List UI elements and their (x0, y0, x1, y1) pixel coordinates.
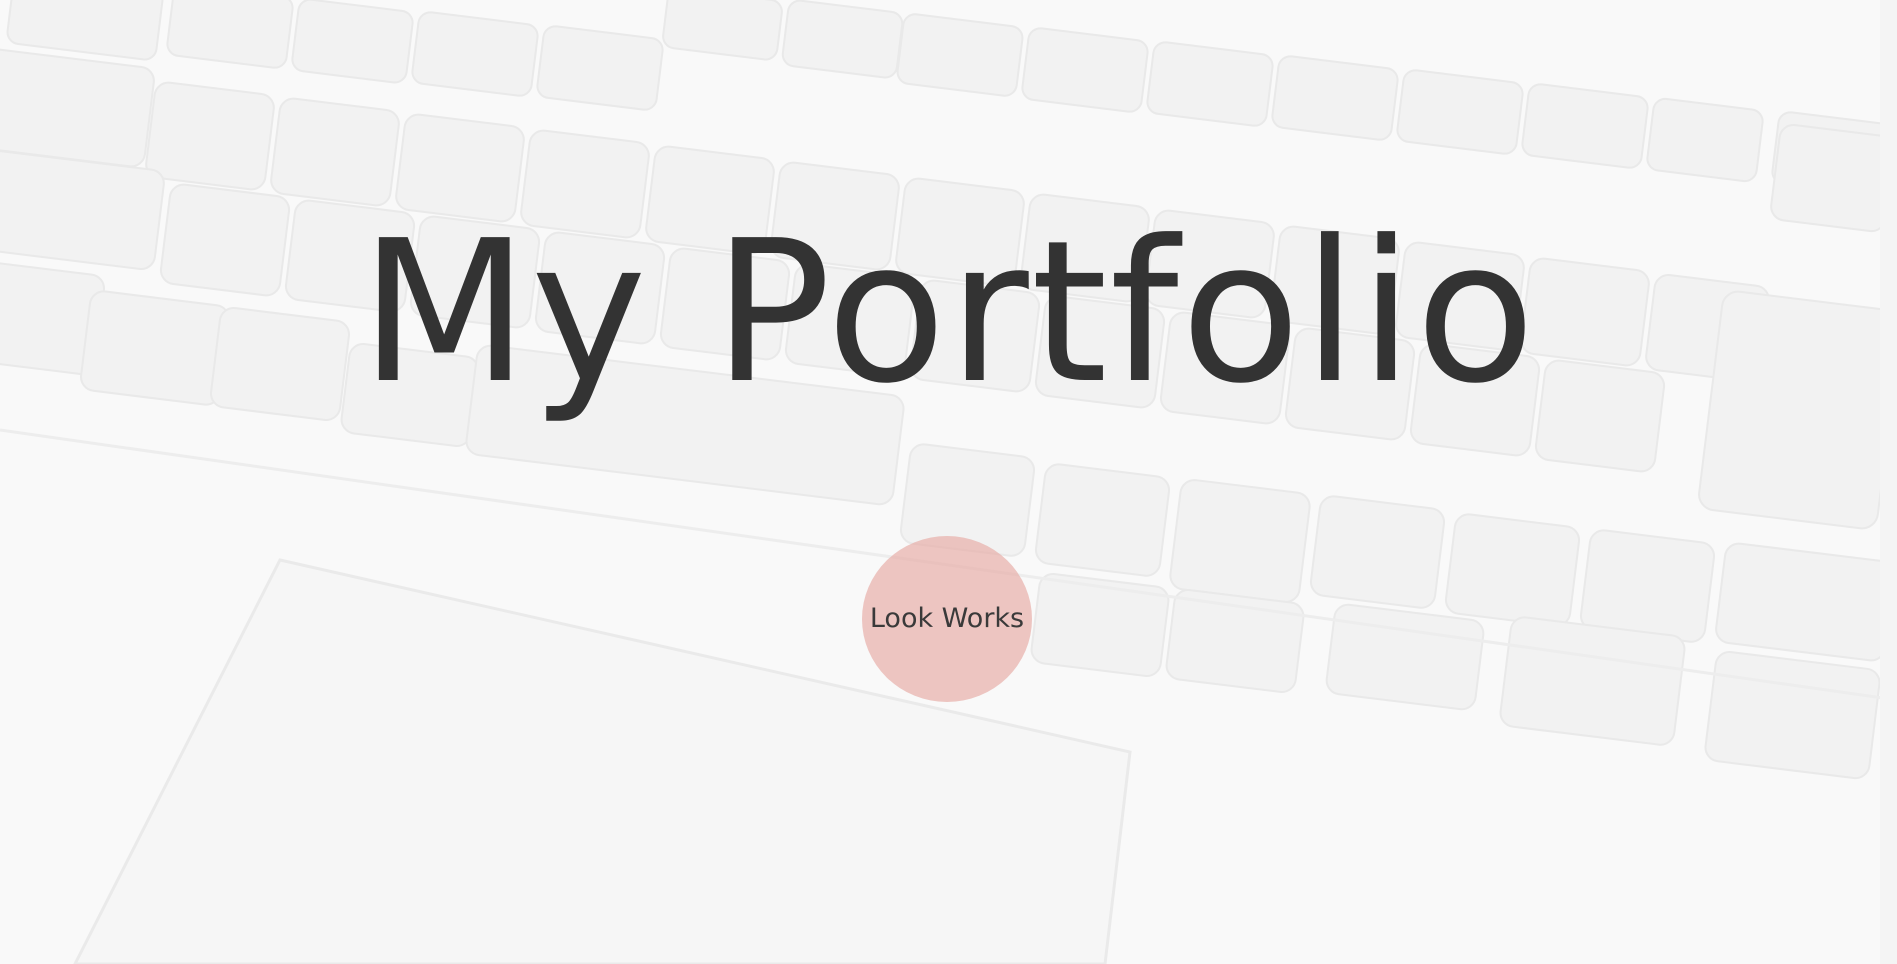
portfolio-hero: My Portfolio Look Works (0, 0, 1897, 964)
page-title: My Portfolio (359, 199, 1538, 427)
look-works-button[interactable]: Look Works (862, 536, 1032, 702)
hero-overlay (0, 0, 1897, 964)
